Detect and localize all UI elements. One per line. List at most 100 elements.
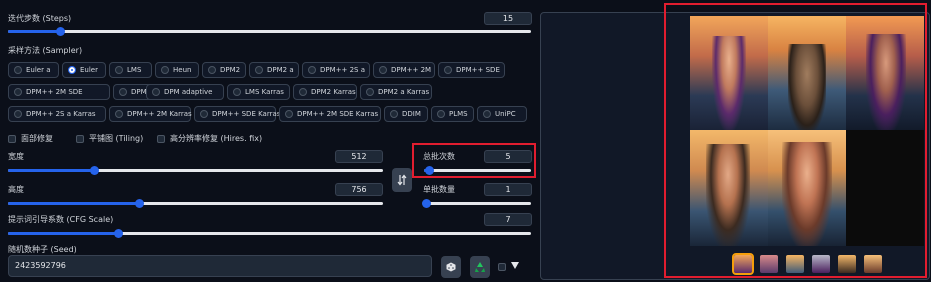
sampler-option-dpmpp-2m-karras[interactable]: DPM++ 2M Karras [109,106,192,122]
batch-count-label: 总批次数 [423,152,455,161]
radio-icon [444,66,452,74]
triangle-down-icon[interactable] [511,262,519,269]
sampler-option-dpm2[interactable]: DPM2 [202,62,246,78]
sampler-option-label: DPM2 a Karras [378,88,430,96]
gallery-thumbnail-2[interactable] [760,255,778,273]
seed-input[interactable]: 2423592796 [8,255,432,277]
batch-size-slider[interactable] [422,199,531,208]
gallery-image-3[interactable] [846,16,924,130]
batch-count-slider[interactable] [424,166,531,175]
checkbox-icon [76,134,84,143]
sampler-option-dpmpp-2m-sde[interactable]: DPM++ 2M SDE [8,84,110,100]
gallery-image-1[interactable] [690,16,768,130]
gallery-thumbnail-3[interactable] [786,255,804,273]
gallery-image-5[interactable] [768,130,846,246]
sampler-option-label: DPM2 Karras [311,88,356,96]
cfg-scale-slider[interactable] [8,229,531,238]
sampler-option-label: DPM++ 2M SDE [26,88,83,96]
cfg-scale-slider-fill [8,232,118,235]
sampler-option-dpmpp-sde-karras[interactable]: DPM++ SDE Karras [194,106,280,122]
gallery-thumbnail-6[interactable] [864,255,882,273]
cfg-scale-slider-thumb[interactable] [113,229,123,238]
height-value-input[interactable]: 756 [335,183,383,196]
radio-icon [115,110,123,118]
tiling-checkbox[interactable]: 平铺图 (Tiling) [76,133,143,144]
radio-icon [14,110,22,118]
batch-size-slider-thumb[interactable] [422,199,431,208]
height-slider[interactable] [8,199,383,208]
sampler-option-label: UniPC [495,110,516,118]
steps-slider[interactable] [8,27,531,36]
random-seed-button[interactable] [441,256,461,278]
sampler-option-label: DPM++ SDE [456,66,500,74]
width-slider-thumb[interactable] [90,166,100,175]
face-restore-checkbox[interactable]: 面部修复 [8,133,53,144]
gallery-thumbnail-5[interactable] [838,255,856,273]
sampler-option-dpm2-a[interactable]: DPM2 a [249,62,299,78]
sampler-option-ddim[interactable]: DDIM [384,106,428,122]
sampler-option-label: LMS [127,66,142,74]
reuse-seed-button[interactable] [470,256,490,278]
batch-size-label: 单批数量 [423,185,455,194]
radio-icon [483,110,491,118]
swap-dimensions-button[interactable] [392,168,412,192]
swap-icon [397,174,407,186]
radio-selected-icon [68,66,76,74]
sampler-option-label: DDIM [402,110,421,118]
sampler-option-euler-a[interactable]: Euler a [8,62,59,78]
cfg-scale-value-input[interactable]: 7 [484,213,532,226]
steps-slider-fill [8,30,61,33]
sampler-option-dpmpp-2s-a-karras[interactable]: DPM++ 2S a Karras [8,106,106,122]
radio-icon [119,88,127,96]
gallery-image-4[interactable] [690,130,768,246]
radio-icon [299,88,307,96]
sampler-option-dpmpp-2m-sde-karras[interactable]: DPM++ 2M SDE Karras [279,106,381,122]
sampler-option-lms-karras[interactable]: LMS Karras [227,84,290,100]
sampler-option-euler[interactable]: Euler [62,62,106,78]
sampler-option-dpmpp-2s-a[interactable]: DPM++ 2S a [302,62,370,78]
sampler-option-label: Heun [173,66,192,74]
portrait-figure [866,34,906,130]
cfg-scale-label: 提示词引导系数 (CFG Scale) [8,215,114,224]
sampler-option-label: Euler a [26,66,51,74]
sampler-option-heun[interactable]: Heun [155,62,199,78]
steps-label: 迭代步数 (Steps) [8,14,72,23]
radio-icon [379,66,387,74]
steps-slider-thumb[interactable] [56,27,66,36]
sampler-option-unipc[interactable]: UniPC [477,106,527,122]
tiling-label: 平铺图 (Tiling) [89,134,144,143]
sampler-option-label: DPM++ SDE Karras [212,110,281,118]
sampler-option-dpmpp-sde[interactable]: DPM++ SDE [438,62,505,78]
sampler-option-dpm2-a-karras[interactable]: DPM2 a Karras [360,84,432,100]
gallery-image-2[interactable] [768,16,846,130]
sampler-option-lms[interactable]: LMS [109,62,152,78]
height-slider-thumb[interactable] [135,199,145,208]
sampler-option-label: DPM++ 2M SDE Karras [297,110,379,118]
sampler-option-dpm-adaptive[interactable]: DPM adaptive [146,84,224,100]
radio-icon [366,88,374,96]
radio-icon [233,88,241,96]
extra-seed-checkbox[interactable] [498,263,506,273]
batch-count-value-input[interactable]: 5 [484,150,532,163]
batch-size-value-input[interactable]: 1 [484,183,532,196]
sampler-option-plms[interactable]: PLMS [431,106,474,122]
radio-icon [308,66,316,74]
sampler-option-dpmpp-2m[interactable]: DPM++ 2M [373,62,435,78]
radio-icon [200,110,208,118]
sampler-option-label: DPM++ 2M [391,66,432,74]
width-slider[interactable] [8,166,383,175]
steps-value-input[interactable]: 15 [484,12,532,25]
cat-figure [788,44,826,130]
portrait-figure [712,36,746,130]
sampler-option-dpm2-karras[interactable]: DPM2 Karras [293,84,357,100]
radio-icon [255,66,263,74]
dice-icon [446,262,456,272]
gallery-thumbnail-4[interactable] [812,255,830,273]
gallery-thumbnail-1[interactable] [732,253,754,275]
radio-icon [390,110,398,118]
recycle-icon [475,262,485,272]
hires-fix-checkbox[interactable]: 高分辨率修复 (Hires. fix) [157,133,262,144]
height-label: 高度 [8,185,24,194]
radio-icon [208,66,216,74]
width-value-input[interactable]: 512 [335,150,383,163]
